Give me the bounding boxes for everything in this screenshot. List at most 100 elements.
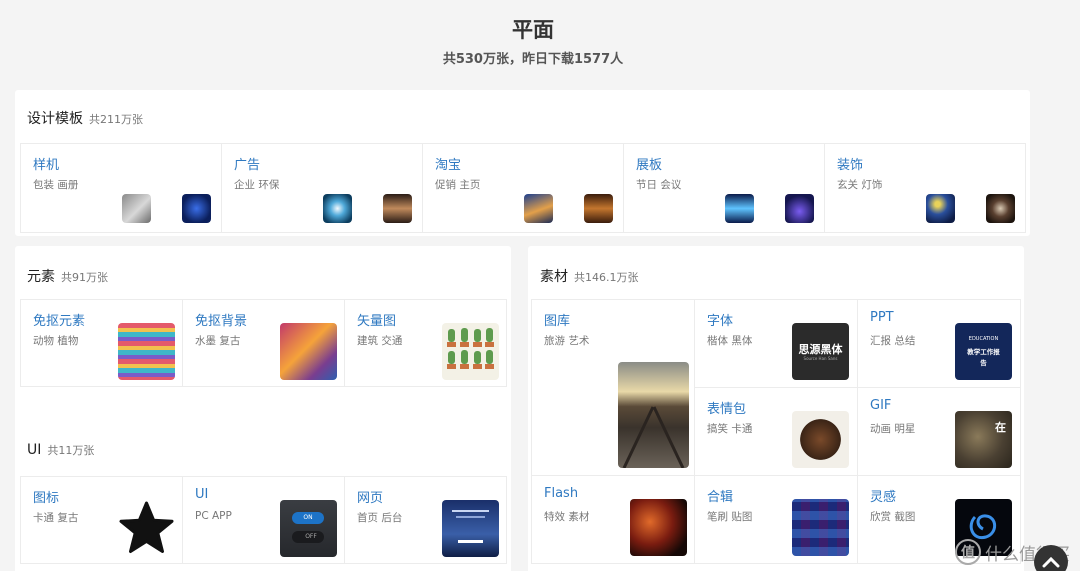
materials-panel: 素材 共146.1万张 图库 旅游 艺术 字体 楷体 黑体 思源黑体 Sourc… <box>528 246 1024 571</box>
page-title: 平面 <box>512 18 554 42</box>
thumbnail-image[interactable] <box>442 323 499 380</box>
card-tags: 笔刷 贴图 <box>707 511 753 523</box>
card-tags: 企业 环保 <box>234 179 280 191</box>
card-tags: 汇报 总结 <box>870 335 916 347</box>
thumbnail-image[interactable] <box>182 194 211 223</box>
category-card-icons[interactable]: 图标 卡通 复古 <box>20 476 183 564</box>
category-card-ui[interactable]: UI PC APP ON OFF <box>182 476 345 564</box>
decoration-line <box>458 540 483 543</box>
category-card-taobao[interactable]: 淘宝 促销 主页 <box>422 143 624 233</box>
card-title[interactable]: 样机 <box>33 154 59 173</box>
card-title[interactable]: UI <box>195 487 208 502</box>
category-card-cutout-elements[interactable]: 免抠元素 动物 植物 <box>20 299 183 387</box>
thumbnail-image[interactable]: EDUCATION 教学工作报告 <box>955 323 1012 380</box>
section-count: 共211万张 <box>89 113 143 126</box>
section-count: 共91万张 <box>61 271 108 284</box>
card-title[interactable]: GIF <box>870 398 891 413</box>
card-title[interactable]: 展板 <box>636 154 662 173</box>
thumbnail-image[interactable] <box>584 194 613 223</box>
card-title[interactable]: 淘宝 <box>435 154 461 173</box>
category-card-ppt[interactable]: PPT 汇报 总结 EDUCATION 教学工作报告 <box>857 299 1021 388</box>
category-card-cutout-backgrounds[interactable]: 免抠背景 水墨 复古 <box>182 299 345 387</box>
card-title[interactable]: 表情包 <box>707 398 746 417</box>
thumbnail-image[interactable]: 在 <box>955 411 1012 468</box>
category-card-display-board[interactable]: 展板 节日 会议 <box>623 143 825 233</box>
thumbnail-image[interactable]: ON OFF <box>280 500 337 557</box>
category-card-decoration[interactable]: 装饰 玄关 灯饰 <box>824 143 1026 233</box>
card-tags: 促销 主页 <box>435 179 481 191</box>
category-card-vector[interactable]: 矢量图 建筑 交通 <box>344 299 507 387</box>
card-title[interactable]: 图库 <box>544 310 570 329</box>
decoration-line <box>456 516 485 518</box>
category-card-flash[interactable]: Flash 特效 素材 <box>531 475 695 564</box>
thumbnail-image[interactable] <box>122 194 151 223</box>
card-tags: 首页 后台 <box>357 512 403 524</box>
chevron-up-icon <box>1042 556 1060 568</box>
back-to-top-button[interactable] <box>1034 545 1068 571</box>
font-sample-sub: Source Han Sans <box>803 356 838 361</box>
thumbnail-image[interactable] <box>926 194 955 223</box>
card-tags: 楷体 黑体 <box>707 335 753 347</box>
section-title[interactable]: 素材 <box>540 266 568 286</box>
section-title[interactable]: 元素 <box>27 266 55 286</box>
thumbnail-image[interactable] <box>618 362 689 468</box>
card-tags: PC APP <box>195 510 232 522</box>
thumbnail-image[interactable] <box>725 194 754 223</box>
card-title[interactable]: 广告 <box>234 154 260 173</box>
card-title[interactable]: 免抠背景 <box>195 310 247 329</box>
card-title[interactable]: 灵感 <box>870 486 896 505</box>
card-title[interactable]: 字体 <box>707 310 733 329</box>
card-title[interactable]: Flash <box>544 486 578 501</box>
materials-section-header: 素材 共146.1万张 <box>540 266 639 286</box>
gif-caption: 在 <box>995 421 1006 434</box>
card-tags: 动物 植物 <box>33 335 79 347</box>
card-title[interactable]: PPT <box>870 310 894 325</box>
toggle-off-label: OFF <box>305 533 317 540</box>
thumbnail-image[interactable] <box>442 500 499 557</box>
toggle-off: OFF <box>292 531 324 543</box>
thumbnail-image[interactable] <box>630 499 687 556</box>
card-tags: 动画 明星 <box>870 423 916 435</box>
brand-logo: 值 <box>955 539 981 565</box>
card-tags: 建筑 交通 <box>357 335 403 347</box>
card-tags: 欣赏 截图 <box>870 511 916 523</box>
card-title[interactable]: 矢量图 <box>357 310 396 329</box>
thumbnail-image[interactable] <box>280 323 337 380</box>
thumbnail-image[interactable] <box>383 194 412 223</box>
card-title[interactable]: 网页 <box>357 487 383 506</box>
section-title[interactable]: UI <box>27 442 41 458</box>
thumbnail-image[interactable] <box>118 500 175 557</box>
thumbnail-image[interactable] <box>524 194 553 223</box>
section-title[interactable]: 设计模板 <box>27 108 83 128</box>
card-tags: 特效 素材 <box>544 511 590 523</box>
thumbnail-image[interactable] <box>792 411 849 468</box>
card-tags: 包装 画册 <box>33 179 79 191</box>
category-card-gallery[interactable]: 图库 旅游 艺术 <box>531 299 695 476</box>
card-tags: 旅游 艺术 <box>544 335 590 347</box>
card-title[interactable]: 图标 <box>33 487 59 506</box>
category-card-mockup[interactable]: 样机 包装 画册 <box>20 143 222 233</box>
card-title[interactable]: 合辑 <box>707 486 733 505</box>
category-card-collections[interactable]: 合辑 笔刷 贴图 <box>694 475 858 564</box>
category-card-ad[interactable]: 广告 企业 环保 <box>221 143 423 233</box>
design-section-header: 设计模板 共211万张 <box>27 108 143 128</box>
ppt-title: 教学工作报告 <box>967 348 1000 367</box>
thumbnail-image[interactable] <box>118 323 175 380</box>
card-title[interactable]: 免抠元素 <box>33 310 85 329</box>
thumbnail-image[interactable] <box>785 194 814 223</box>
card-tags: 搞笑 卡通 <box>707 423 753 435</box>
font-sample: 思源黑体 <box>798 343 843 356</box>
card-tags: 玄关 灯饰 <box>837 179 883 191</box>
cactus-illustration <box>447 328 494 369</box>
thumbnail-image[interactable]: 思源黑体 Source Han Sans <box>792 323 849 380</box>
category-card-webpage[interactable]: 网页 首页 后台 <box>344 476 507 564</box>
category-card-memes[interactable]: 表情包 搞笑 卡通 <box>694 387 858 476</box>
thumbnail-image[interactable] <box>323 194 352 223</box>
grid-overlay <box>792 499 849 556</box>
category-card-gif[interactable]: GIF 动画 明星 在 <box>857 387 1021 476</box>
thumbnail-image[interactable] <box>792 499 849 556</box>
category-card-fonts[interactable]: 字体 楷体 黑体 思源黑体 Source Han Sans <box>694 299 858 388</box>
thumbnail-image[interactable] <box>986 194 1015 223</box>
card-title[interactable]: 装饰 <box>837 154 863 173</box>
railway-photo <box>622 406 685 468</box>
